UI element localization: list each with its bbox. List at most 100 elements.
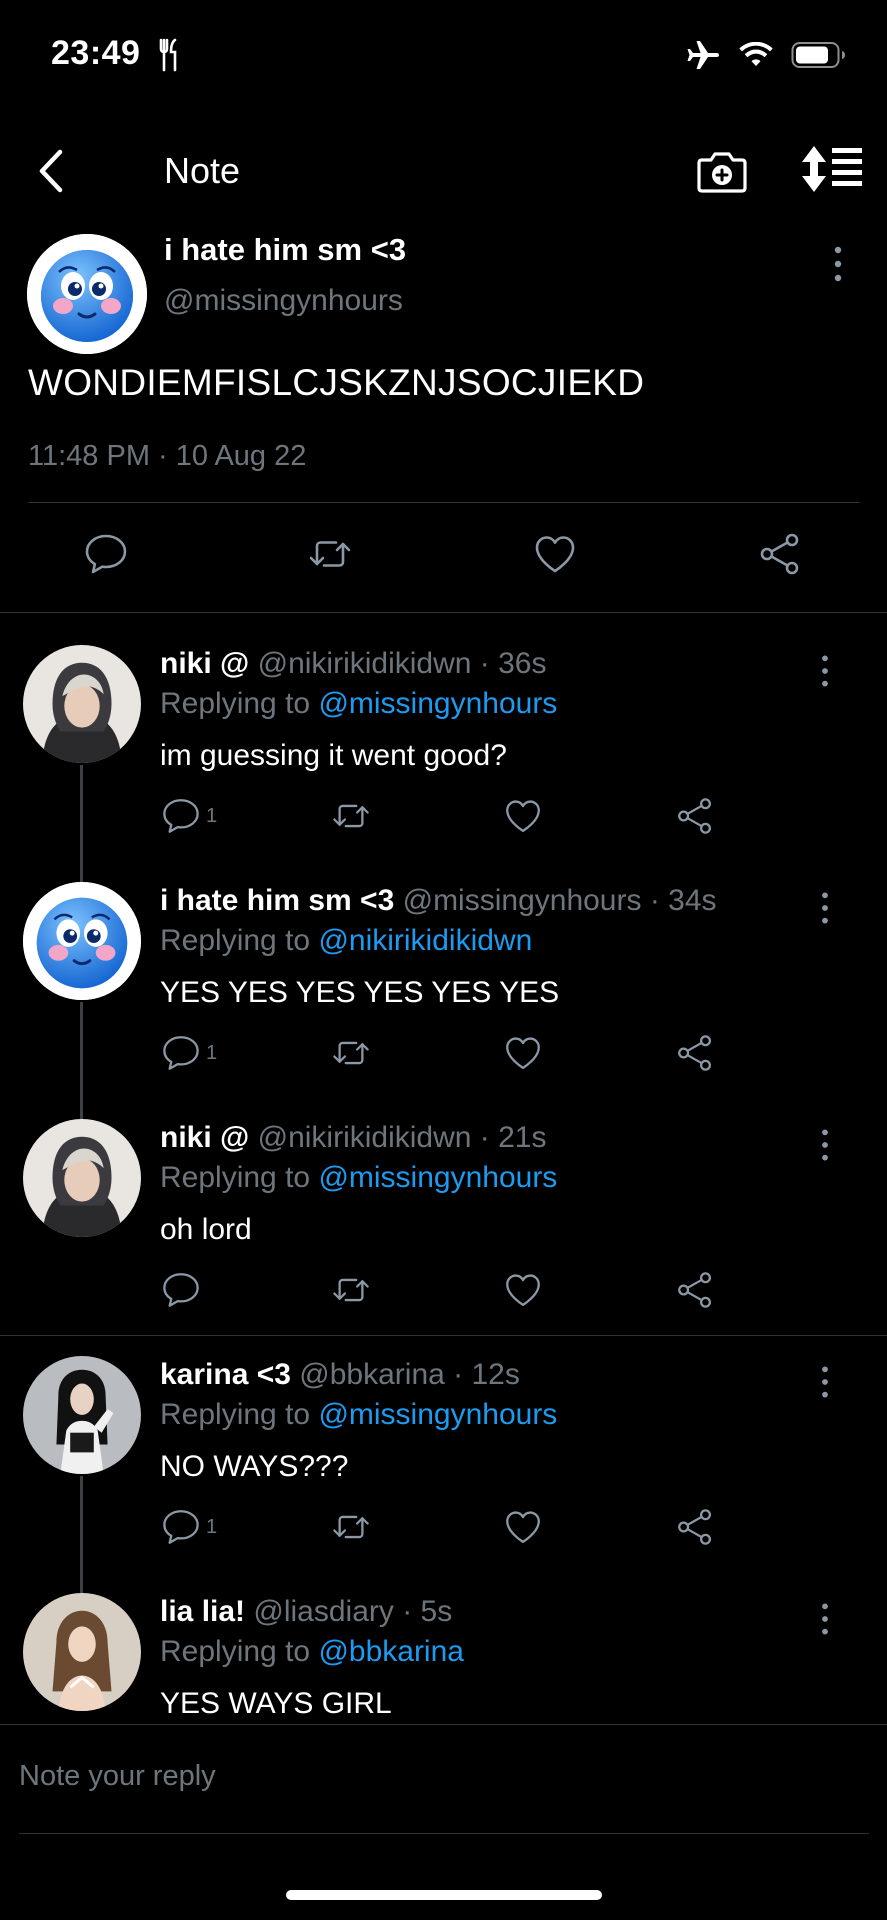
airplane-icon: [687, 40, 721, 75]
reply-author-name[interactable]: niki @: [160, 1121, 249, 1154]
like-icon[interactable]: [502, 1032, 544, 1079]
reply-actions: [160, 1269, 740, 1319]
share-icon[interactable]: [674, 1032, 716, 1079]
mention-link[interactable]: @missingynhours: [318, 1161, 557, 1194]
retweet-icon[interactable]: [330, 1032, 372, 1079]
reply-meta: @nikirikidikidwn · 36s: [257, 647, 547, 680]
share-icon[interactable]: [674, 1506, 716, 1553]
mention-link[interactable]: @bbkarina: [318, 1635, 464, 1668]
reply-header: lia lia! @liasdiary · 5s: [160, 1595, 452, 1629]
replying-label: Replying to: [160, 924, 311, 957]
thread-line: [80, 1476, 83, 1594]
divider: [0, 1335, 887, 1336]
mention-link[interactable]: @nikirikidikidwn: [318, 924, 532, 957]
replying-to: Replying to @missingynhours: [160, 1161, 557, 1195]
divider: [28, 502, 860, 503]
reply-item[interactable]: i hate him sm <3 @missingynhours · 34s R…: [0, 882, 887, 1120]
retweet-icon[interactable]: [330, 795, 372, 842]
wifi-icon: [739, 41, 773, 73]
reply-header: niki @ @nikirikidikidwn · 36s: [160, 647, 547, 681]
like-icon[interactable]: [531, 530, 579, 583]
avatar[interactable]: [23, 645, 141, 763]
post-actions: [0, 522, 887, 592]
divider: [0, 1724, 887, 1725]
author-name[interactable]: i hate him sm <3: [164, 232, 406, 268]
reply-actions: 1: [160, 1032, 740, 1082]
reply-item[interactable]: niki @ @nikirikidikidwn · 21s Replying t…: [0, 1119, 887, 1355]
like-icon[interactable]: [502, 795, 544, 842]
divider: [0, 612, 887, 613]
like-icon[interactable]: [502, 1506, 544, 1553]
share-icon[interactable]: [756, 530, 804, 583]
more-options-icon[interactable]: [814, 1127, 836, 1163]
thread-line: [80, 765, 83, 883]
reply-input[interactable]: [19, 1760, 859, 1793]
retweet-icon[interactable]: [306, 530, 354, 583]
author-handle[interactable]: @missingynhours: [164, 284, 403, 318]
replying-label: Replying to: [160, 1635, 311, 1668]
reply-actions: 1: [160, 1506, 740, 1556]
reply-count: 1: [206, 1516, 218, 1538]
reply-icon[interactable]: [82, 530, 130, 583]
status-time: 23:49: [51, 34, 141, 72]
reply-item[interactable]: lia lia! @liasdiary · 5s Replying to @bb…: [0, 1593, 887, 1723]
camera-plus-icon[interactable]: [696, 146, 748, 196]
more-options-icon[interactable]: [826, 244, 850, 284]
thread-line: [80, 1002, 83, 1120]
more-options-icon[interactable]: [814, 653, 836, 689]
avatar[interactable]: [23, 1119, 141, 1237]
reply-text: YES WAYS GIRL: [160, 1687, 392, 1720]
reply-icon[interactable]: [160, 1269, 202, 1316]
avatar[interactable]: [23, 1356, 141, 1474]
reply-header: i hate him sm <3 @missingynhours · 34s: [160, 884, 717, 918]
reply-text: oh lord: [160, 1213, 252, 1246]
reply-author-name[interactable]: niki @: [160, 647, 249, 680]
replying-to: Replying to @missingynhours: [160, 687, 557, 721]
avatar[interactable]: [27, 234, 147, 354]
reply-author-name[interactable]: lia lia!: [160, 1595, 245, 1628]
post-text: WONDIEMFISLCJSKZNJSOCJIEKD: [28, 362, 645, 403]
retweet-icon[interactable]: [330, 1269, 372, 1316]
replying-label: Replying to: [160, 687, 311, 720]
reply-author-name[interactable]: i hate him sm <3: [160, 884, 394, 917]
reply-actions: 1: [160, 795, 740, 845]
reply-text: im guessing it went good?: [160, 739, 507, 772]
post-timestamp: 11:48 PM · 10 Aug 22: [28, 440, 307, 472]
reply-count: 1: [206, 805, 218, 827]
nav-bar: Note: [0, 130, 887, 210]
reply-meta: @bbkarina · 12s: [299, 1358, 520, 1391]
reply-meta: @missingynhours · 34s: [402, 884, 717, 917]
more-options-icon[interactable]: [814, 1601, 836, 1637]
reply-meta: @liasdiary · 5s: [253, 1595, 453, 1628]
status-bar: 23:49: [0, 0, 887, 110]
reply-icon[interactable]: [160, 1506, 202, 1553]
like-icon[interactable]: [502, 1269, 544, 1316]
reply-icon[interactable]: [160, 795, 202, 842]
reply-item[interactable]: karina <3 @bbkarina · 12s Replying to @m…: [0, 1356, 887, 1594]
replying-label: Replying to: [160, 1161, 311, 1194]
replying-to: Replying to @nikirikidikidwn: [160, 924, 532, 958]
reply-meta: @nikirikidikidwn · 21s: [257, 1121, 547, 1154]
mention-link[interactable]: @missingynhours: [318, 1398, 557, 1431]
more-options-icon[interactable]: [814, 890, 836, 926]
fork-knife-icon: [158, 38, 180, 77]
share-icon[interactable]: [674, 795, 716, 842]
replying-label: Replying to: [160, 1398, 311, 1431]
avatar[interactable]: [23, 1593, 141, 1711]
mention-link[interactable]: @missingynhours: [318, 687, 557, 720]
reply-item[interactable]: niki @ @nikirikidikidwn · 36s Replying t…: [0, 645, 887, 883]
retweet-icon[interactable]: [330, 1506, 372, 1553]
reply-text: NO WAYS???: [160, 1450, 349, 1483]
share-icon[interactable]: [674, 1269, 716, 1316]
home-indicator[interactable]: [286, 1890, 602, 1900]
reply-author-name[interactable]: karina <3: [160, 1358, 291, 1391]
avatar[interactable]: [23, 882, 141, 1000]
reply-count: 1: [206, 1042, 218, 1064]
sort-icon[interactable]: [800, 144, 864, 194]
divider: [19, 1833, 869, 1834]
more-options-icon[interactable]: [814, 1364, 836, 1400]
battery-icon: [791, 41, 847, 74]
reply-icon[interactable]: [160, 1032, 202, 1079]
back-chevron-icon[interactable]: [32, 148, 72, 194]
reply-text: YES YES YES YES YES YES: [160, 976, 560, 1009]
